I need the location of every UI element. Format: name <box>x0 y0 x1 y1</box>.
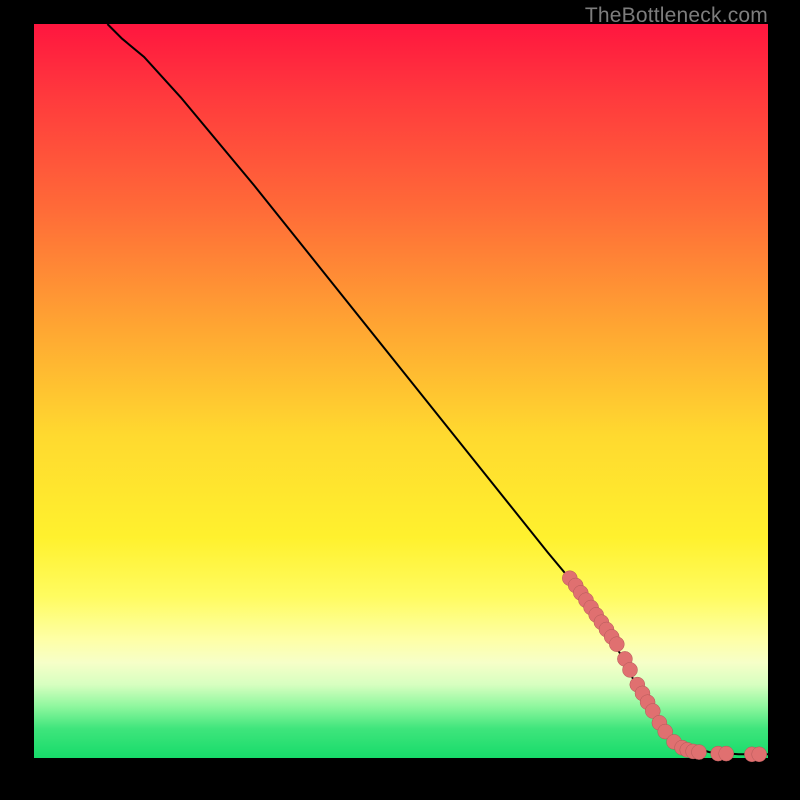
watermark-text: TheBottleneck.com <box>585 4 768 28</box>
scatter-dot <box>609 637 624 652</box>
bottleneck-curve-path <box>107 24 768 754</box>
chart-svg <box>34 24 768 758</box>
chart-frame: TheBottleneck.com <box>0 0 800 800</box>
scatter-dot <box>719 746 734 761</box>
plot-area <box>34 24 768 758</box>
scatter-dot <box>752 747 767 762</box>
scatter-dot <box>623 662 638 677</box>
scatter-group <box>562 571 766 762</box>
scatter-dot <box>692 745 707 760</box>
